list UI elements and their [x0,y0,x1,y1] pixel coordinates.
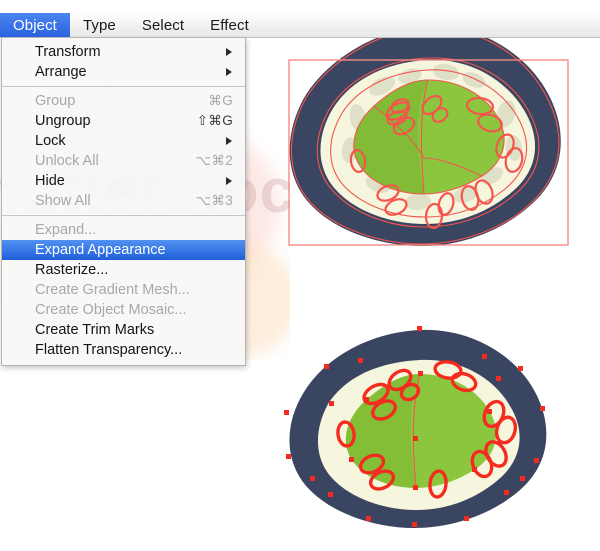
menu-item-label: Expand... [35,222,97,238]
menu-item-label: Create Trim Marks [35,322,155,338]
menu-item-shortcut: ⇧⌘G [196,113,233,128]
menu-item-unlock-all: Unlock All ⌥⌘2 [2,151,245,171]
menu-separator [2,86,245,87]
menu-item-rasterize[interactable]: Rasterize... [2,260,245,280]
menu-item-label: Create Object Mosaic... [35,302,187,318]
menu-item-lock[interactable]: Lock [2,131,245,151]
submenu-arrow-icon [226,177,232,185]
submenu-arrow-icon [226,48,232,56]
menu-item-label: Lock [35,133,66,149]
menubar-item-label: Select [141,16,185,34]
application-menu-bar: Object Type Select Effect [0,13,600,38]
artwork-top-selected[interactable] [278,8,590,263]
menubar-item-label: Effect [210,16,249,34]
menu-item-create-object-mosaic: Create Object Mosaic... [2,300,245,320]
menu-item-transform[interactable]: Transform [2,42,245,62]
menu-item-ungroup[interactable]: Ungroup ⇧⌘G [2,111,245,131]
menu-item-show-all: Show All ⌥⌘3 [2,191,245,211]
menu-item-label: Create Gradient Mesh... [35,282,190,298]
submenu-arrow-icon [226,137,232,145]
menu-item-create-trim-marks[interactable]: Create Trim Marks [2,320,245,340]
menu-item-expand-appearance[interactable]: Expand Appearance [2,240,245,260]
object-dropdown-menu: Transform Arrange Group ⌘G Ungroup ⇧⌘G L… [1,38,246,366]
menu-item-label: Group [35,93,76,109]
menu-item-shortcut: ⌥⌘2 [195,153,233,168]
submenu-arrow-icon [226,68,232,76]
menu-item-label: Flatten Transparency... [35,342,183,358]
menu-item-label: Arrange [35,64,87,80]
menu-item-flatten-transparency[interactable]: Flatten Transparency... [2,340,245,360]
menubar-item-label: Object [13,16,57,34]
menubar-item-type[interactable]: Type [70,13,129,37]
menu-item-hide[interactable]: Hide [2,171,245,191]
menu-item-group: Group ⌘G [2,91,245,111]
menubar-item-effect[interactable]: Effect [197,13,262,37]
menubar-item-object[interactable]: Object [0,13,70,37]
menu-item-label: Show All [35,193,91,209]
menu-item-shortcut: ⌥⌘3 [195,193,233,208]
menu-item-label: Unlock All [35,153,99,169]
menu-separator [2,215,245,216]
menu-item-arrange[interactable]: Arrange [2,62,245,82]
artwork-bottom-expanded[interactable] [268,318,580,533]
menu-item-shortcut: ⌘G [208,93,233,108]
menu-item-label: Ungroup [35,113,91,129]
menu-item-label: Rasterize... [35,262,109,278]
menu-item-label: Transform [35,44,101,60]
menu-item-expand: Expand... [2,220,245,240]
menu-item-label: Expand Appearance [35,242,166,258]
menu-item-label: Hide [35,173,65,189]
menu-item-create-gradient-mesh: Create Gradient Mesh... [2,280,245,300]
menubar-item-label: Type [82,16,116,34]
menubar-item-select[interactable]: Select [129,13,197,37]
